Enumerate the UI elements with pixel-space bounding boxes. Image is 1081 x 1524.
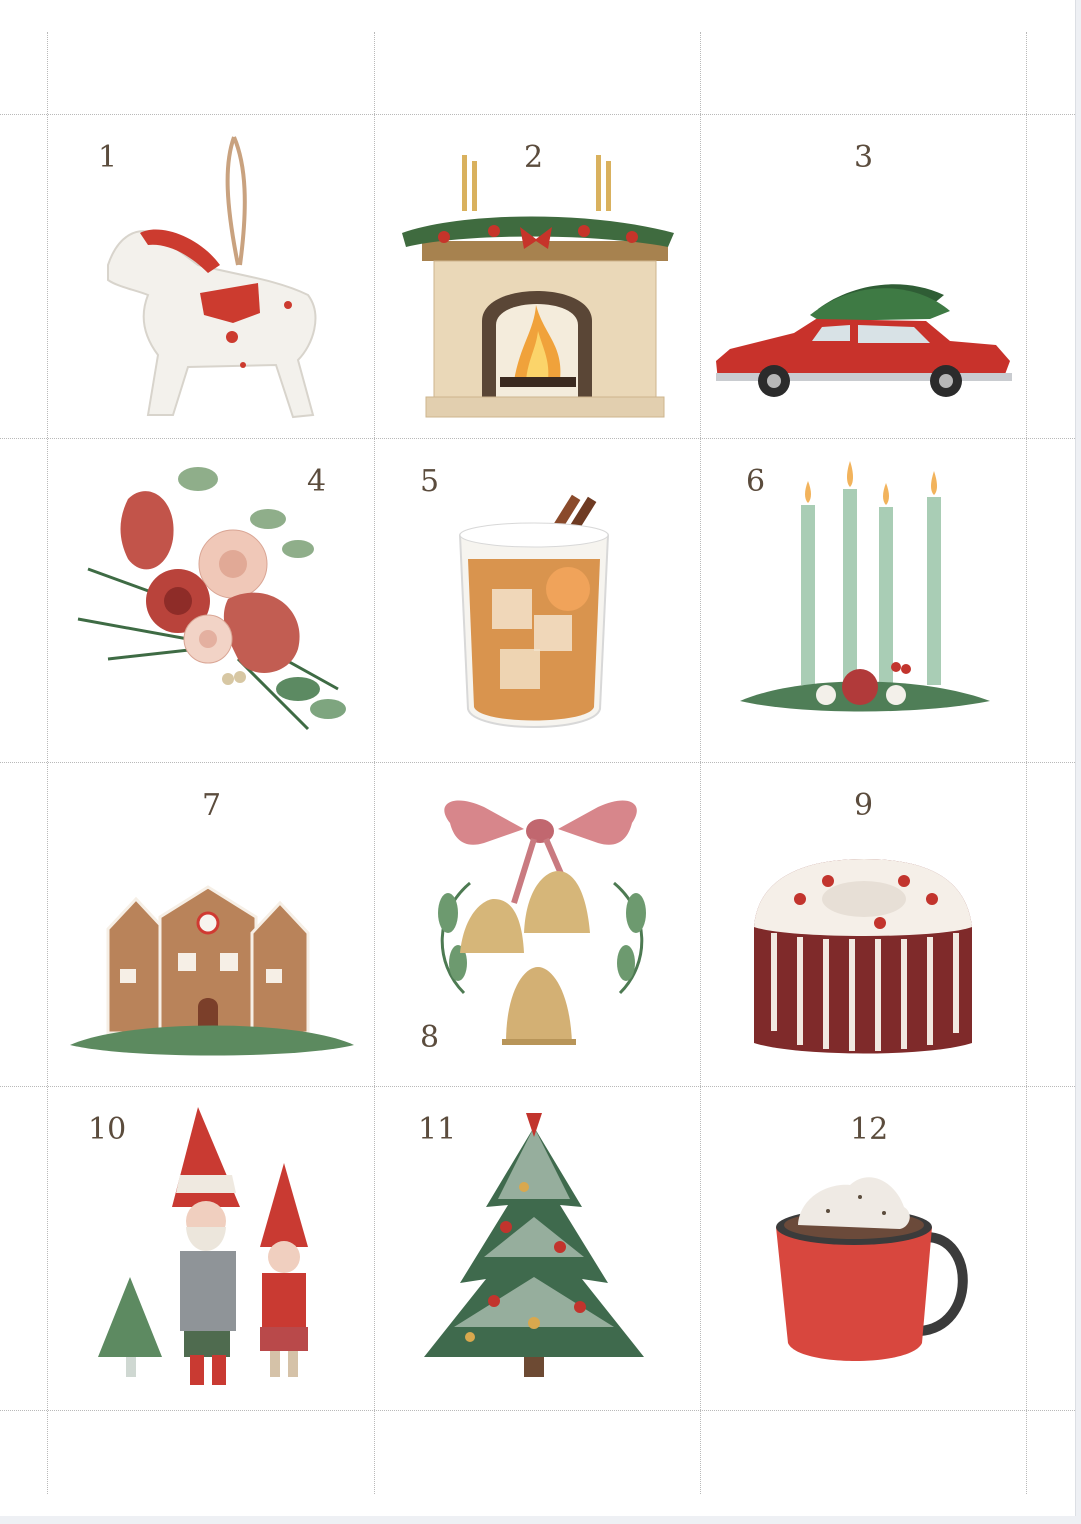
hot-cocoa-mug-icon bbox=[776, 1177, 968, 1361]
gingerbread-houses-icon bbox=[70, 885, 354, 1056]
card-9[interactable]: 9 bbox=[700, 763, 1026, 1087]
card-3[interactable]: 3 bbox=[700, 115, 1026, 439]
card-4[interactable]: 4 bbox=[48, 439, 374, 763]
grid-line bbox=[1026, 32, 1027, 1494]
bundt-cake-icon bbox=[754, 859, 972, 1054]
card-10[interactable]: 10 bbox=[48, 1087, 374, 1411]
card-12[interactable]: 12 bbox=[700, 1087, 1026, 1411]
cinnamon-drink-icon bbox=[458, 494, 610, 728]
card-6[interactable]: 6 bbox=[700, 439, 1026, 763]
card-8[interactable]: 8 bbox=[374, 763, 700, 1087]
card-2[interactable]: 2 bbox=[374, 115, 700, 439]
advent-sheet: 1 2 3 4 5 6 7 8 9 10 11 12 bbox=[0, 0, 1076, 1516]
gnome-couple-icon bbox=[98, 1107, 308, 1385]
car-with-tree-icon bbox=[716, 284, 1012, 397]
horse-ornament-icon bbox=[107, 136, 317, 419]
card-5[interactable]: 5 bbox=[374, 439, 700, 763]
bells-with-bow-icon bbox=[438, 800, 646, 1045]
advent-candles-icon bbox=[740, 461, 990, 712]
card-7[interactable]: 7 bbox=[48, 763, 374, 1087]
fireplace-icon bbox=[402, 155, 674, 418]
card-11[interactable]: 11 bbox=[374, 1087, 700, 1411]
christmas-tree-icon bbox=[424, 1113, 644, 1377]
card-1[interactable]: 1 bbox=[48, 115, 374, 439]
floral-bouquet-icon bbox=[77, 467, 346, 731]
